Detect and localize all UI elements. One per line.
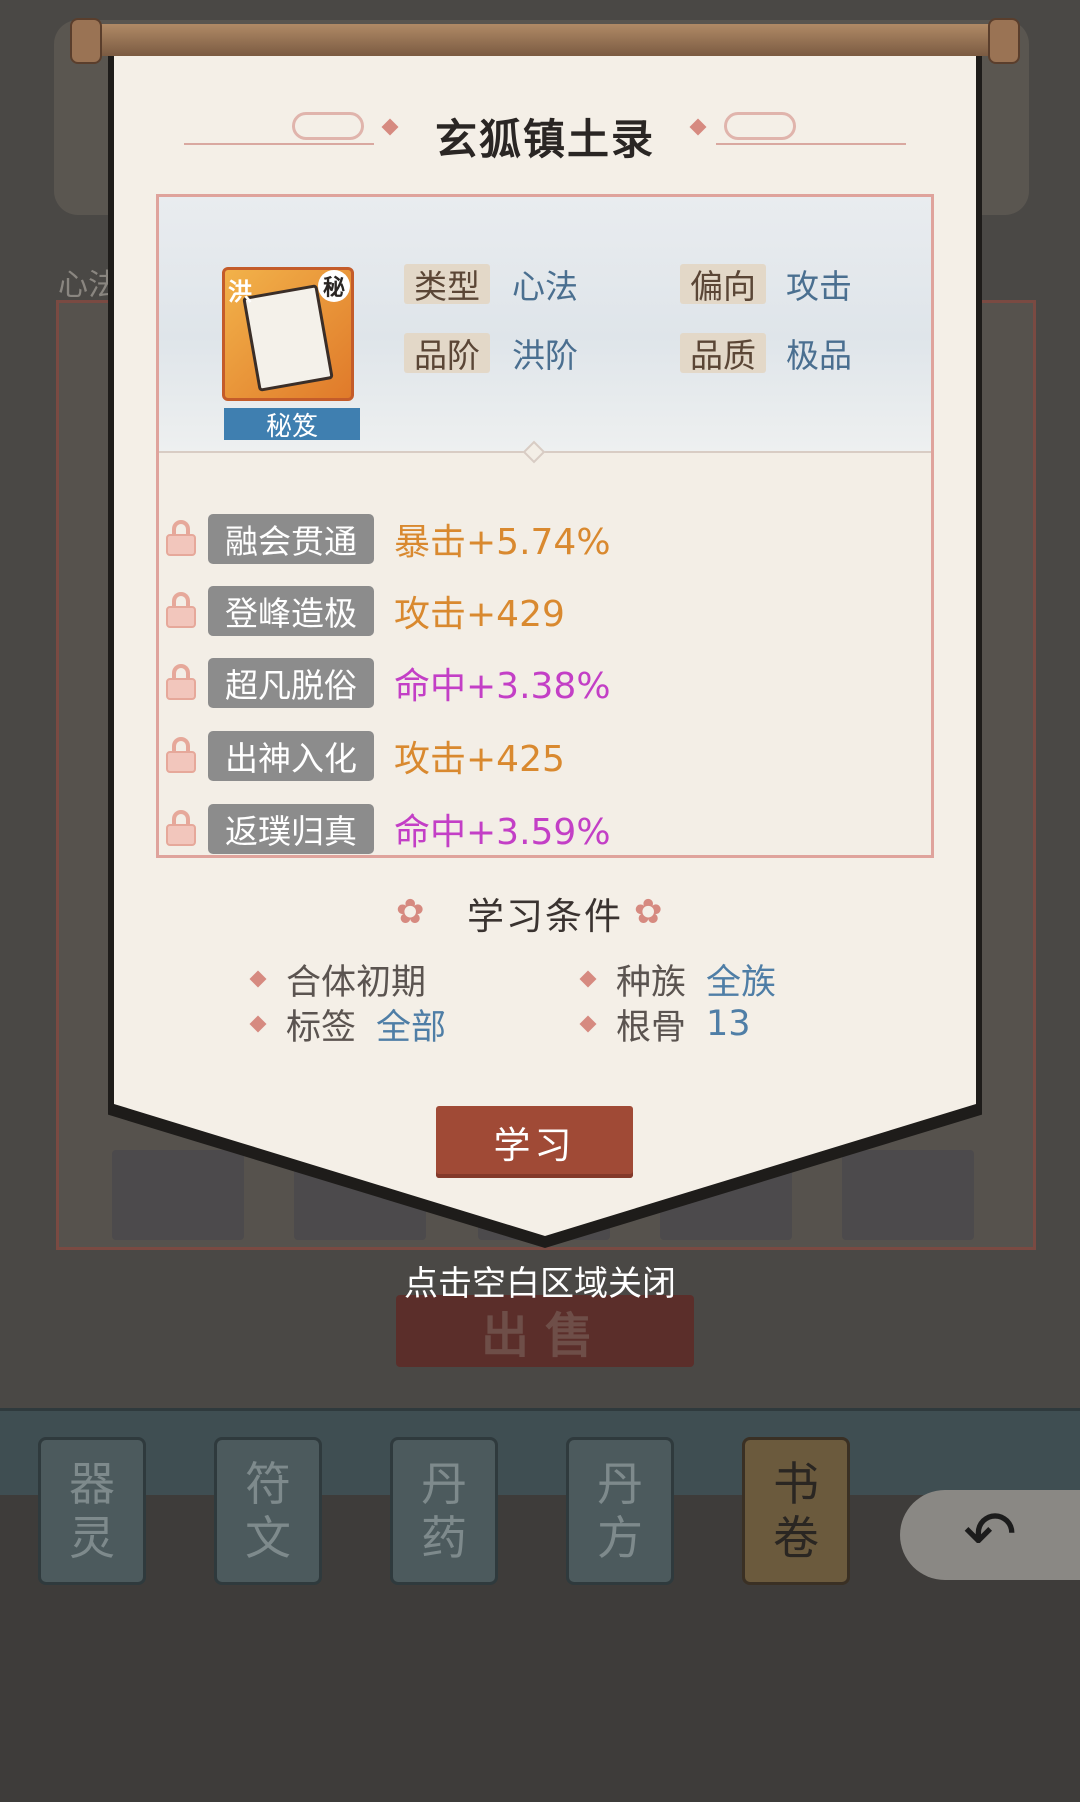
passive-row: 出神入化 攻击+425 [166, 731, 866, 781]
tab-shujuan[interactable]: 书 卷 [742, 1437, 850, 1585]
attr-quality-label: 品质 [680, 333, 766, 375]
dialog-title: 玄狐镇土录 [434, 115, 655, 164]
tab-label: 书 [773, 1457, 819, 1511]
lock-icon [166, 520, 196, 556]
book-icon [242, 284, 334, 392]
scroll-rod-end [70, 18, 102, 64]
lock-icon [166, 592, 196, 628]
tab-label: 丹 [421, 1457, 467, 1511]
condition-label: 种族 [616, 962, 687, 1003]
condition-realm: 合体初期 [249, 957, 446, 1003]
passive-effect: 命中+3.38% [394, 666, 611, 707]
lock-icon [166, 810, 196, 846]
passive-row: 融会贯通 暴击+5.74% [166, 514, 866, 564]
background-book-item [842, 1150, 974, 1240]
tab-danyao[interactable]: 丹 药 [390, 1437, 498, 1585]
tab-label: 符 [245, 1457, 291, 1511]
tab-fuwen[interactable]: 符 文 [214, 1437, 322, 1585]
condition-label: 标签 [286, 1007, 357, 1048]
passive-name: 超凡脱俗 [208, 658, 374, 708]
tab-label: 方 [597, 1511, 643, 1565]
passive-name: 出神入化 [208, 731, 374, 781]
lock-icon [166, 664, 196, 700]
condition-value: 13 [706, 1004, 751, 1044]
condition-race: 种族 全族 [579, 957, 776, 1003]
passive-effect: 命中+3.59% [394, 812, 611, 853]
bottom-bar-strip [0, 1408, 1080, 1495]
passive-row: 登峰造极 攻击+429 [166, 586, 866, 636]
item-grade-mark: 洪 [228, 278, 252, 306]
scroll-rod [72, 24, 1016, 56]
attr-quality-value: 极品 [786, 336, 852, 375]
passive-effect: 攻击+425 [394, 739, 565, 780]
condition-label: 根骨 [616, 1007, 687, 1048]
tab-danfang[interactable]: 丹 方 [566, 1437, 674, 1585]
condition-label: 合体初期 [286, 962, 427, 1003]
condition-value: 全部 [376, 1007, 447, 1048]
condition-tag: 标签 全部 [249, 1002, 446, 1048]
tab-label: 文 [245, 1511, 291, 1565]
item-type-badge: 秘笈 [224, 408, 360, 442]
passive-row: 超凡脱俗 命中+3.38% [166, 658, 866, 708]
passive-name: 返璞归真 [208, 804, 374, 854]
item-secret-mark: 秘 [318, 270, 350, 302]
diamond-bullet-icon [249, 1015, 267, 1033]
conditions-title: 学习条件 [467, 895, 623, 938]
passive-effect: 攻击+429 [394, 594, 565, 635]
back-button[interactable]: ↶ [900, 1490, 1080, 1580]
back-arrow-icon: ↶ [963, 1498, 1017, 1572]
diamond-bullet-icon [579, 1015, 597, 1033]
lock-icon [166, 737, 196, 773]
condition-value: 全族 [706, 962, 777, 1003]
sell-button: 出售 [396, 1295, 694, 1367]
tab-qiling[interactable]: 器 灵 [38, 1437, 146, 1585]
passive-name: 融会贯通 [208, 514, 374, 564]
tab-label: 药 [421, 1511, 467, 1565]
attr-rank-label: 品阶 [404, 333, 490, 375]
passive-name: 登峰造极 [208, 586, 374, 636]
diamond-bullet-icon [579, 970, 597, 988]
attr-type-value: 心法 [512, 267, 578, 306]
attr-rank-value: 洪阶 [512, 336, 578, 375]
passive-effect: 暴击+5.74% [394, 522, 611, 563]
attr-type-label: 类型 [404, 264, 490, 306]
scroll-rod-end [988, 18, 1020, 64]
passive-row: 返璞归真 命中+3.59% [166, 804, 866, 854]
tab-label: 灵 [69, 1511, 115, 1565]
learn-button[interactable]: 学习 [436, 1106, 633, 1178]
tab-label: 器 [69, 1457, 115, 1511]
attr-bias-label: 偏向 [680, 264, 766, 306]
close-hint: 点击空白区域关闭 [404, 1264, 676, 1304]
condition-bone: 根骨 13 [579, 1002, 751, 1048]
attr-bias-value: 攻击 [786, 267, 852, 306]
background-book-item [112, 1150, 244, 1240]
diamond-bullet-icon [249, 970, 267, 988]
tab-label: 丹 [597, 1457, 643, 1511]
tab-label: 卷 [773, 1511, 819, 1565]
